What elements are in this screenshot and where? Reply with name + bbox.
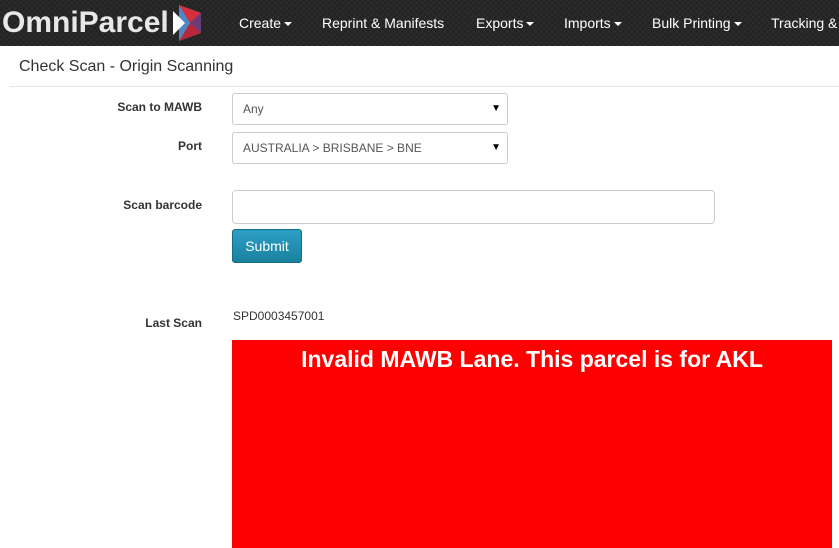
caret-down-icon [284, 22, 293, 27]
scan-result-alert: Invalid MAWB Lane. This parcel is for AK… [232, 340, 832, 548]
caret-down-icon [733, 22, 742, 27]
nav-imports-label: Imports [564, 15, 611, 31]
submit-button[interactable]: Submit [232, 229, 302, 263]
nav-imports[interactable]: Imports [564, 0, 622, 46]
barcode-label: Scan barcode [123, 198, 202, 212]
nav-reprint-manifests[interactable]: Reprint & Manifests [322, 0, 444, 46]
nav-bulk-printing-label: Bulk Printing [652, 15, 731, 31]
port-label: Port [178, 139, 202, 153]
mawb-label: Scan to MAWB [117, 100, 202, 114]
caret-down-icon [613, 22, 622, 27]
title-divider [10, 86, 839, 87]
nav-exports[interactable]: Exports [476, 0, 535, 46]
dropdown-arrow-icon: ▼ [491, 142, 501, 153]
omniparcel-logo-icon [172, 5, 201, 41]
scan-result-message: Invalid MAWB Lane. This parcel is for AK… [301, 346, 763, 372]
nav-create-label: Create [239, 15, 282, 31]
nav-create[interactable]: Create [239, 0, 293, 46]
page-title: Check Scan - Origin Scanning [19, 58, 234, 75]
nav-tracking-label: Tracking & [771, 15, 838, 31]
brand-name: OmniParcel [2, 6, 169, 39]
port-select-value: AUSTRALIA > BRISBANE > BNE [243, 141, 422, 155]
brand-link[interactable]: OmniParcel [2, 0, 209, 46]
top-navbar: OmniParcel Create Reprint & Manifests Ex… [0, 0, 839, 46]
nav-bulk-printing[interactable]: Bulk Printing [652, 0, 742, 46]
barcode-input[interactable] [232, 190, 715, 224]
mawb-select-value: Any [243, 102, 264, 116]
last-scan-label: Last Scan [145, 316, 202, 330]
nav-reprint-manifests-label: Reprint & Manifests [322, 15, 445, 31]
nav-tracking[interactable]: Tracking & [771, 0, 837, 46]
caret-down-icon [526, 22, 535, 27]
nav-exports-label: Exports [476, 15, 524, 31]
dropdown-arrow-icon: ▼ [491, 103, 501, 114]
port-select[interactable]: AUSTRALIA > BRISBANE > BNE ▼ [232, 132, 508, 164]
last-scan-value: SPD0003457001 [233, 309, 325, 323]
mawb-select[interactable]: Any ▼ [232, 93, 508, 125]
